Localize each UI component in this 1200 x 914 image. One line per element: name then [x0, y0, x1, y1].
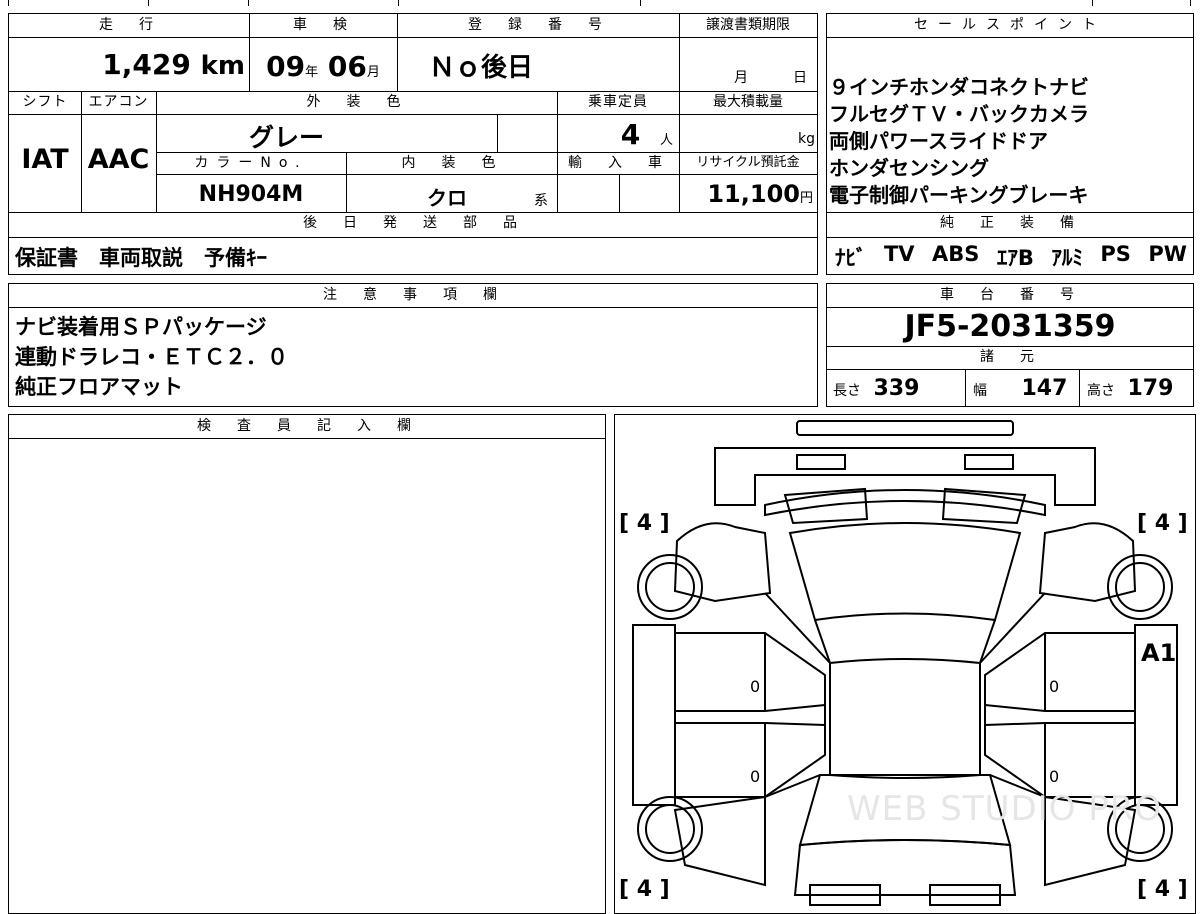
spec-height-label: 高さ — [1087, 383, 1115, 399]
mileage-value: 1,429 km — [9, 48, 245, 83]
spec-length: 長さ 339 — [833, 376, 919, 401]
color-no-header: カラーNo. — [194, 155, 308, 171]
spec-width-value: 147 — [1021, 376, 1068, 401]
equipment-header: 純 正 装 備 — [940, 215, 1080, 231]
ac-value: AAC — [87, 144, 150, 175]
recycle-fee-number: 11,100 — [707, 180, 800, 208]
chassis-number: JF5-2031359 — [904, 309, 1116, 344]
transfer-month-unit: 月 — [734, 70, 748, 86]
chassis-box: 車 台 番 号 JF5-2031359 諸 元 長さ 339 幅 147 高さ … — [826, 283, 1194, 407]
interior-color-value: クロ — [427, 186, 467, 210]
interior-color-suffix: 系 — [534, 193, 548, 209]
inspection-year: 09 — [266, 50, 306, 83]
color-no-value: NH904M — [198, 182, 304, 207]
inspection-month-unit: 月 — [366, 65, 380, 80]
watermark: WEB STUDIO PRO — [847, 789, 1163, 829]
sales-point: ９インチホンダコネクトナビ — [829, 75, 1089, 99]
spec-height-value: 179 — [1127, 376, 1174, 401]
recycle-header: リサイクル預託金 — [696, 155, 800, 170]
notes-box: 注 意 事 項 欄 ナビ装着用ＳＰパッケージ 連動ドラレコ・ＥＴＣ２．０ 純正フ… — [8, 283, 818, 407]
spec-length-value: 339 — [873, 376, 920, 401]
transfer-deadline-header: 譲渡書類期限 — [706, 17, 790, 33]
note-line: 連動ドラレコ・ＥＴＣ２．０ — [15, 345, 288, 369]
max-load-unit: kg — [798, 131, 815, 147]
tire-front-right-label: [ 4 ] — [1137, 511, 1188, 536]
spec-width-label: 幅 — [973, 383, 987, 399]
mileage-header: 走 行 — [99, 17, 159, 33]
car-diagram-box: [ 4 ] [ 4 ] [ 4 ] [ 4 ] A1 0 0 0 0 WEB S… — [614, 414, 1196, 914]
capacity-header: 乗車定員 — [588, 94, 648, 110]
shift-header: シフト — [22, 94, 68, 110]
spec-length-label: 長さ — [833, 383, 861, 399]
top-clipped-row — [0, 0, 1200, 6]
spec-height: 高さ 179 — [1087, 376, 1173, 401]
shift-value: IAT — [21, 144, 69, 175]
registration-header: 登 録 番 号 — [468, 17, 608, 33]
equipment-item: ｱﾙﾐ — [1051, 246, 1083, 270]
sales-point: フルセグＴＶ・バックカメラ — [829, 102, 1089, 126]
import-header: 輸 入 車 — [568, 155, 668, 171]
mileage-unit: km — [200, 51, 245, 81]
transfer-day-unit: 日 — [793, 70, 807, 86]
inspection-month: 06 — [327, 50, 367, 83]
registration-number: Ｎｏ後日 — [429, 53, 534, 83]
notes-list: ナビ装着用ＳＰパッケージ 連動ドラレコ・ＥＴＣ２．０ 純正フロアマット — [15, 312, 288, 402]
spec-width: 幅 147 — [973, 376, 1067, 401]
sales-point: 両側パワースライドドア — [829, 129, 1048, 153]
vehicle-info-table: 走 行 車 検 登 録 番 号 譲渡書類期限 1,429 km 09年 06月 … — [8, 13, 818, 275]
recycle-fee-unit: 円 — [799, 191, 813, 206]
ac-header: エアコン — [88, 94, 149, 110]
interior-color-header: 内 装 色 — [401, 155, 502, 171]
inspector-box: 検 査 員 記 入 欄 — [8, 414, 606, 914]
sales-points-header: セールスポイント — [914, 17, 1106, 33]
equipment-item: PS — [1100, 242, 1131, 266]
panel-marker-left-front: 0 — [750, 677, 761, 696]
sales-point: 電子制御パーキングブレーキ — [829, 183, 1089, 207]
sales-points-box: セールスポイント ９インチホンダコネクトナビ フルセグＴＶ・バックカメラ 両側パ… — [826, 13, 1194, 275]
sales-points-list: ９インチホンダコネクトナビ フルセグＴＶ・バックカメラ 両側パワースライドドア … — [829, 74, 1193, 209]
equipment-item: ﾅﾋﾞ — [835, 246, 867, 270]
sales-point: ホンダセンシング — [829, 156, 989, 180]
specs-header: 諸 元 — [980, 349, 1040, 365]
later-parts-header: 後 日 発 送 部 品 — [303, 215, 523, 231]
panel-marker-right-rear: 0 — [1049, 767, 1060, 786]
exterior-color-value: グレー — [249, 123, 325, 152]
capacity-number: 4 — [620, 118, 641, 151]
car-diagram — [632, 420, 1178, 906]
inspector-header: 検 査 員 記 入 欄 — [197, 418, 417, 434]
equipment-item: TV — [883, 242, 915, 266]
mileage-number: 1,429 — [102, 48, 191, 81]
later-parts-value: 保証書 車両取説 予備ｷｰ — [15, 246, 267, 270]
exterior-color-header: 外 装 色 — [306, 94, 407, 110]
capacity-value: 4 人 — [557, 118, 679, 151]
notes-header: 注 意 事 項 欄 — [323, 287, 503, 303]
note-line: 純正フロアマット — [15, 375, 183, 399]
max-load-header: 最大積載量 — [713, 94, 783, 110]
tire-front-left-label: [ 4 ] — [619, 511, 670, 536]
equipment-item: ABS — [932, 242, 980, 266]
inspection-value: 09年 06月 — [249, 50, 397, 90]
panel-marker-left-rear: 0 — [750, 767, 761, 786]
chassis-header: 車 台 番 号 — [940, 287, 1080, 303]
tire-rear-right-label: [ 4 ] — [1137, 877, 1188, 902]
equipment-item: PW — [1148, 242, 1187, 266]
damage-code: A1 — [1141, 639, 1177, 667]
recycle-fee-value: 11,100円 — [679, 180, 817, 208]
equipment-list: ﾅﾋﾞ TV ABS ｴｱB ｱﾙﾐ PS PW — [835, 242, 1187, 272]
inspection-header: 車 検 — [293, 17, 353, 33]
note-line: ナビ装着用ＳＰパッケージ — [15, 315, 267, 339]
panel-marker-right-front: 0 — [1049, 677, 1060, 696]
equipment-item: ｴｱB — [996, 246, 1034, 270]
inspection-year-unit: 年 — [305, 65, 319, 80]
capacity-unit: 人 — [659, 133, 673, 148]
tire-rear-left-label: [ 4 ] — [619, 877, 670, 902]
